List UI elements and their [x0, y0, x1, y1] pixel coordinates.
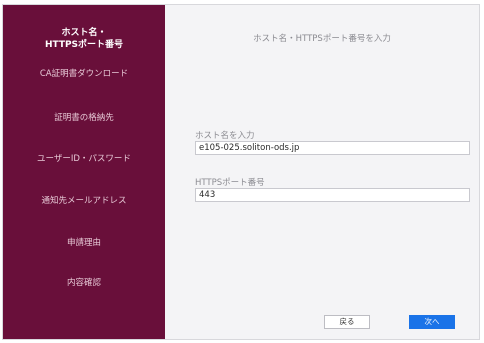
hostname-input[interactable]	[195, 141, 470, 155]
next-button[interactable]: 次へ	[409, 315, 455, 329]
sidebar-item-ca-download[interactable]: CA証明書ダウンロード	[3, 68, 165, 80]
sidebar-item-label-line1: ホスト名・	[61, 28, 107, 38]
main-content: ホスト名・HTTPSポート番号を入力 ホスト名を入力 HTTPSポート番号 戻る…	[165, 5, 479, 339]
back-button[interactable]: 戻る	[324, 315, 370, 329]
sidebar-item-label-line2: HTTPSポート番号	[44, 40, 124, 50]
hostname-label: ホスト名を入力	[195, 131, 255, 141]
https-port-input[interactable]	[195, 188, 470, 202]
sidebar-item-user-id-password[interactable]: ユーザーID・パスワード	[3, 153, 165, 165]
sidebar-item-hostname-port[interactable]: ホスト名・ HTTPSポート番号	[3, 27, 165, 51]
wizard-sidebar: ホスト名・ HTTPSポート番号 CA証明書ダウンロード 証明書の格納先 ユーザ…	[3, 5, 165, 339]
sidebar-item-request-reason[interactable]: 申請理由	[3, 237, 165, 249]
sidebar-item-confirm[interactable]: 内容確認	[3, 277, 165, 289]
https-port-label: HTTPSポート番号	[195, 178, 265, 188]
page-title: ホスト名・HTTPSポート番号を入力	[253, 34, 391, 44]
sidebar-item-cert-storage[interactable]: 証明書の格納先	[3, 112, 165, 124]
sidebar-item-notify-email[interactable]: 通知先メールアドレス	[3, 195, 165, 207]
wizard-window: ホスト名・ HTTPSポート番号 CA証明書ダウンロード 証明書の格納先 ユーザ…	[2, 4, 480, 340]
